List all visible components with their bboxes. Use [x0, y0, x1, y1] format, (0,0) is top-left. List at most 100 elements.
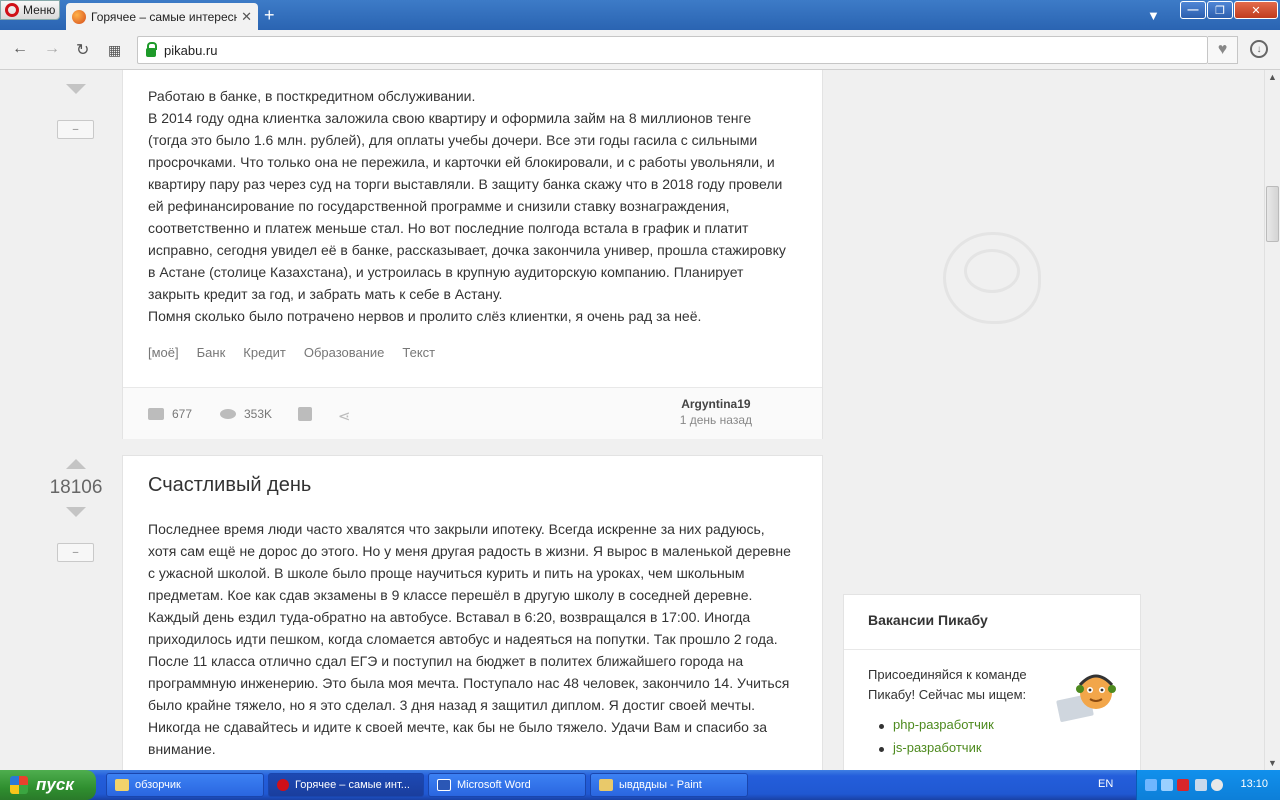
scroll-down-arrow-icon[interactable]: ▼	[1268, 758, 1277, 768]
taskbar-item-paint[interactable]: ывдвдыы - Paint	[590, 773, 748, 797]
vacancy-link-label: php-разработчик	[893, 717, 994, 732]
post2-hide-button[interactable]: –	[57, 543, 94, 562]
bullet-icon	[879, 724, 884, 729]
comments-button[interactable]: 677	[148, 407, 192, 421]
post1-line: закрыть кредит за год, и забрать мать к …	[148, 286, 503, 302]
taskbar-item-word[interactable]: Microsoft Word	[428, 773, 586, 797]
post2-line: приходилось идти пешком, когда сломается…	[148, 631, 778, 647]
new-tab-button[interactable]: +	[264, 6, 275, 24]
tab-title: Горячее – самые интересн	[91, 9, 238, 24]
post1-line: ей рефинансирование по государственной п…	[148, 198, 730, 214]
save-icon	[298, 407, 312, 421]
vacancies-text: Присоединяйся к команде Пикабу! Сейчас м…	[868, 667, 1027, 702]
network-icon[interactable]	[1145, 779, 1157, 791]
language-indicator[interactable]: EN	[1098, 778, 1113, 790]
page-content: 12959 – Работаю в банке, в посткредитном…	[0, 70, 1264, 770]
pikabu-favicon-icon	[72, 9, 86, 24]
volume-icon[interactable]	[1211, 779, 1223, 791]
comment-icon	[148, 408, 164, 420]
post1-body: Работаю в банке, в посткредитном обслужи…	[148, 85, 808, 327]
tag-link[interactable]: Банк	[197, 345, 226, 360]
post2-title[interactable]: Счастливый день	[148, 474, 311, 497]
taskbar-item-label: обзорчик	[135, 779, 181, 791]
vacancy-link-label: js-разработчик	[893, 740, 982, 755]
tab-close-icon[interactable]: ✕	[241, 9, 252, 25]
post1-line: квартиру пару раз через суд на торги выс…	[148, 176, 783, 192]
post1-card: Работаю в банке, в посткредитном обслужи…	[122, 70, 823, 439]
bullet-icon	[879, 747, 884, 752]
post1-author: Argyntina19 1 день назад	[680, 397, 752, 427]
clock[interactable]: 13:10	[1240, 778, 1268, 790]
taskbar-item-label: Горячее – самые инт...	[295, 779, 410, 791]
post2-line: Последнее время люди часто хвалятся что …	[148, 521, 765, 537]
folder-icon	[115, 779, 129, 791]
monitor-icon[interactable]	[1161, 779, 1173, 791]
post2-line: хотя сам ещё не дорос до этого. Но у мен…	[148, 543, 791, 559]
address-bar[interactable]: pikabu.ru	[137, 36, 1208, 64]
mascot-with-laptop-icon	[1056, 674, 1116, 722]
windows-taskbar: пуск обзорчик Горячее – самые инт... Mic…	[0, 770, 1280, 800]
opera-icon	[277, 779, 289, 791]
save-button[interactable]	[298, 407, 312, 421]
maximize-button[interactable]: ❐	[1207, 1, 1233, 19]
post1-line: просрочками. Что только она не пережила,…	[148, 154, 775, 170]
post2-rating: 18106	[49, 477, 103, 498]
vacancy-link-js[interactable]: js-разработчик	[879, 740, 982, 755]
post2-upvote-icon[interactable]	[66, 459, 86, 469]
speed-dial-grid-icon[interactable]: ▦	[108, 42, 121, 59]
tag-link[interactable]: Образование	[304, 345, 385, 360]
secure-lock-icon	[146, 41, 157, 57]
post2-line: Никогда не сдавайтесь и идите к своей ме…	[148, 719, 768, 735]
post2-line: программную инженерию. Это была моя мечт…	[148, 675, 790, 691]
comments-count: 677	[172, 407, 193, 421]
bookmark-heart-icon[interactable]: ♥	[1208, 36, 1238, 64]
post1-line: соответственно и платеж меньше стал. Но …	[148, 220, 749, 236]
menu-label: Меню	[23, 3, 56, 17]
post1-rating: 12959	[26, 70, 126, 76]
author-name-link[interactable]: Argyntina19	[680, 397, 752, 411]
opera-logo-icon	[5, 3, 19, 17]
forward-arrow-icon[interactable]: →	[44, 40, 60, 58]
share-icon[interactable]: ⋖	[338, 407, 351, 425]
ati-icon[interactable]	[1177, 779, 1189, 791]
device-icon[interactable]	[1195, 779, 1207, 791]
post1-line: (тогда это было 1.6 млн. рублей), для оп…	[148, 132, 758, 148]
windows-flag-icon	[10, 776, 28, 794]
browser-tab[interactable]: Горячее – самые интересн ✕	[66, 3, 258, 30]
close-window-button[interactable]: ✕	[1234, 1, 1278, 19]
tag-link[interactable]: [моё]	[148, 345, 179, 360]
vacancy-link-php[interactable]: php-разработчик	[879, 717, 994, 732]
scroll-up-arrow-icon[interactable]: ▲	[1268, 72, 1277, 82]
post1-line: Помня сколько было потрачено нервов и пр…	[148, 308, 702, 324]
taskbar-item-label: ывдвдыы - Paint	[619, 779, 702, 791]
taskbar-item-opera[interactable]: Горячее – самые инт...	[268, 773, 424, 797]
taskbar-item-folder[interactable]: обзорчик	[106, 773, 264, 797]
views-count: 353K	[244, 407, 273, 421]
start-label: пуск	[36, 775, 74, 794]
scrollbar-thumb[interactable]	[1266, 186, 1279, 242]
post2-line: Каждый день ездил туда-обратно на автобу…	[148, 609, 751, 625]
paint-icon	[599, 779, 613, 791]
page-scrollbar[interactable]: ▲ ▼	[1264, 70, 1280, 770]
post-time: 1 день назад	[679, 413, 752, 427]
word-icon	[437, 779, 451, 791]
post2-card: Счастливый день Последнее время люди час…	[122, 455, 823, 770]
eye-icon	[220, 409, 236, 419]
opera-menu-button[interactable]: Меню	[0, 0, 60, 20]
download-icon[interactable]: ↓	[1250, 40, 1268, 58]
tab-strip: Меню Горячее – самые интересн ✕ + ▼ — ❐ …	[0, 0, 1280, 30]
tag-link[interactable]: Текст	[402, 345, 435, 360]
post2-downvote-icon[interactable]	[66, 507, 86, 517]
reload-icon[interactable]: ↻	[76, 40, 89, 60]
tag-link[interactable]: Кредит	[243, 345, 286, 360]
minimize-button[interactable]: —	[1180, 1, 1206, 19]
post1-downvote-icon[interactable]	[66, 84, 86, 94]
post1-line: исправно, сегодня увидел её в банке, рас…	[148, 242, 786, 258]
post2-body: Последнее время люди часто хвалятся что …	[148, 518, 808, 760]
system-tray: 13:10	[1136, 770, 1280, 800]
start-button[interactable]: пуск	[0, 770, 96, 800]
vacancies-widget: Вакансии Пикабу Присоединяйся к команде …	[843, 594, 1141, 770]
back-arrow-icon[interactable]: ←	[12, 40, 28, 58]
post1-hide-button[interactable]: –	[57, 120, 94, 139]
tab-menu-icon[interactable]: ▼	[1147, 8, 1160, 23]
